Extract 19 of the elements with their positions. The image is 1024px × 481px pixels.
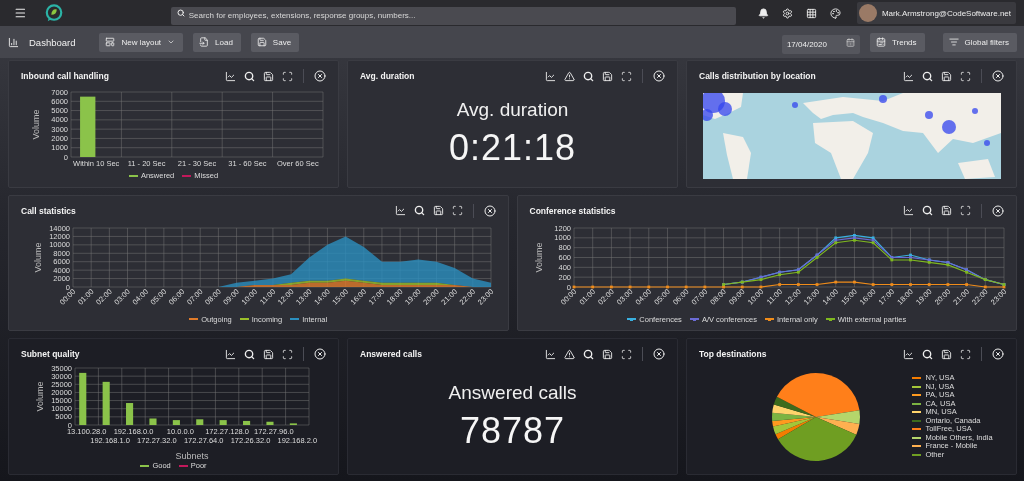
card-title: Inbound call handling	[21, 71, 110, 81]
card-title: Calls distribution by location	[699, 71, 817, 81]
kpi-label: Avg. duration	[456, 98, 569, 121]
axis-title: Subnets	[175, 451, 208, 462]
axis-title: Volume	[33, 242, 44, 273]
kpi-label: Answered calls	[448, 381, 577, 404]
user-name: Mark.Armstrong@CodeSoftware.net	[881, 8, 1011, 18]
card-title: Conference statistics	[529, 205, 617, 216]
axis-title: Volume	[533, 242, 544, 273]
card-title: Avg. duration	[360, 71, 416, 81]
axis-title: Volume	[34, 381, 45, 412]
card-title: Answered calls	[360, 349, 423, 360]
axis-title: Volume	[30, 109, 41, 140]
card-title: Subnet quality	[21, 349, 81, 360]
kpi-value: 0:21:18	[448, 126, 577, 169]
card-title: Call statistics	[21, 205, 77, 216]
page-title: Dashboard	[29, 36, 76, 48]
kpi-value: 78787	[459, 409, 566, 452]
card-title: Top destinations	[699, 349, 768, 360]
